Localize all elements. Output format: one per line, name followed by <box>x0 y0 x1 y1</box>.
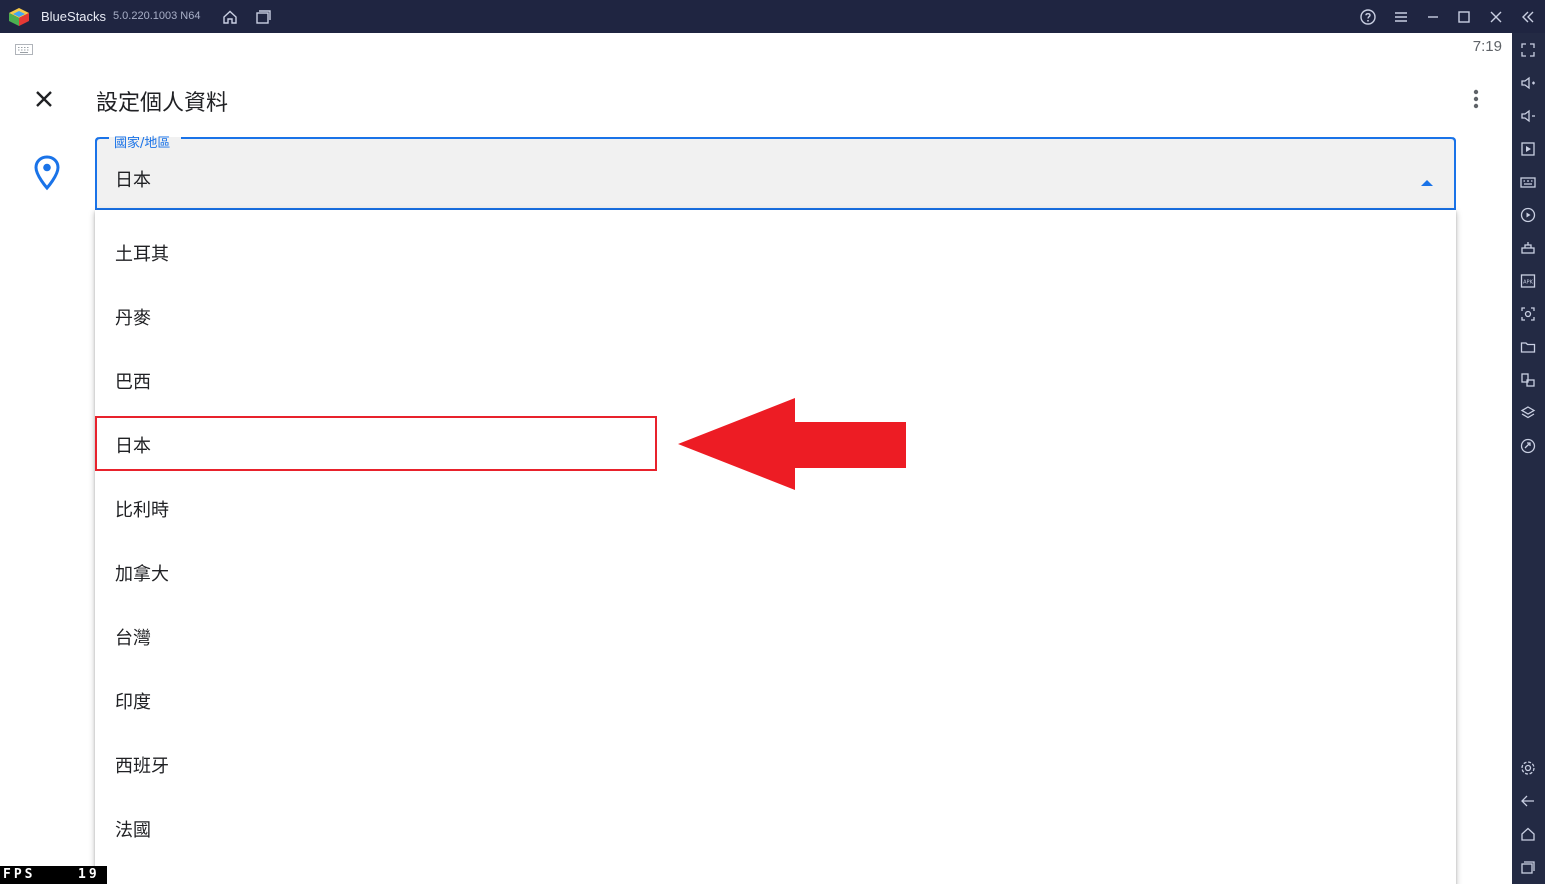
dropdown-option-label: 土耳其 <box>115 244 169 265</box>
multi-instance-icon[interactable] <box>254 8 272 26</box>
dropdown-option-label: 印度 <box>115 692 151 713</box>
dropdown-option[interactable]: 土耳其 <box>95 220 1456 284</box>
bluestacks-logo-icon <box>8 7 30 27</box>
close-icon[interactable] <box>30 85 58 113</box>
dropdown-option-label: 西班牙 <box>115 756 169 777</box>
app-version: 5.0.220.1003 N64 <box>113 10 201 22</box>
folder-icon[interactable] <box>1519 338 1537 356</box>
fps-counter: FPS 19 <box>0 866 107 884</box>
help-icon[interactable] <box>1359 8 1377 26</box>
annotation-arrow-icon <box>678 398 906 490</box>
field-outline-top <box>95 137 1456 145</box>
country-region-select[interactable] <box>95 137 1456 210</box>
dropdown-option-label: 台灣 <box>115 628 151 649</box>
app-name: BlueStacks <box>41 9 107 24</box>
bluestacks-sidebar: APK <box>1512 33 1545 884</box>
keyboard-icon <box>15 41 33 55</box>
dropdown-option[interactable]: 法國 <box>95 796 1456 860</box>
dropdown-option[interactable]: 加拿大 <box>95 540 1456 604</box>
dropdown-option-label: 法國 <box>115 820 151 841</box>
dropdown-option-label: 巴西 <box>115 372 151 393</box>
dropdown-option[interactable]: 丹麥 <box>95 284 1456 348</box>
maximize-icon[interactable] <box>1455 8 1473 26</box>
dropdown-caret-up-icon[interactable] <box>1420 172 1434 186</box>
dropdown-option[interactable]: 台灣 <box>95 604 1456 668</box>
home-icon[interactable] <box>221 8 239 26</box>
keyboard-controls-icon[interactable] <box>1519 173 1537 191</box>
dropdown-option-label: 丹麥 <box>115 308 151 329</box>
page-title: 設定個人資料 <box>96 91 229 116</box>
app-bar: 設定個人資料 <box>0 63 1512 135</box>
dropdown-option[interactable]: 西班牙 <box>95 732 1456 796</box>
fps-value: 19 <box>78 867 100 882</box>
status-bar: 7:19 <box>0 33 1512 63</box>
dropdown-option-label: 比利時 <box>115 500 169 521</box>
fullscreen-icon[interactable] <box>1519 41 1537 59</box>
location-pin-icon <box>33 155 61 191</box>
svg-text:APK: APK <box>1523 280 1533 286</box>
recent-apps-icon[interactable] <box>1519 858 1537 876</box>
back-icon[interactable] <box>1519 792 1537 810</box>
macro-icon[interactable] <box>1519 206 1537 224</box>
annotation-highlight-box <box>95 416 657 471</box>
apk-install-icon[interactable]: APK <box>1519 272 1537 290</box>
fps-label: FPS <box>3 867 36 882</box>
dropdown-option[interactable]: 印度 <box>95 668 1456 732</box>
volume-down-icon[interactable] <box>1519 107 1537 125</box>
multi-instance-sync-icon[interactable] <box>1519 239 1537 257</box>
menu-icon[interactable] <box>1392 8 1410 26</box>
android-home-icon[interactable] <box>1519 825 1537 843</box>
volume-up-icon[interactable] <box>1519 74 1537 92</box>
country-dropdown-menu: 土耳其 丹麥 巴西 日本 比利時 加拿大 台灣 印度 西班牙 法國 <box>95 210 1456 884</box>
layers-icon[interactable] <box>1519 404 1537 422</box>
copy-icon[interactable] <box>1519 371 1537 389</box>
screenshot-icon[interactable] <box>1519 305 1537 323</box>
window-titlebar: BlueStacks 5.0.220.1003 N64 <box>0 0 1545 33</box>
collapse-sidebar-icon[interactable] <box>1519 8 1537 26</box>
settings-icon[interactable] <box>1519 759 1537 777</box>
country-region-value: 日本 <box>115 170 151 191</box>
dropdown-option-label: 加拿大 <box>115 564 169 585</box>
minimize-icon[interactable] <box>1424 8 1442 26</box>
close-icon[interactable] <box>1487 8 1505 26</box>
media-manager-icon[interactable] <box>1519 140 1537 158</box>
eco-mode-icon[interactable] <box>1519 437 1537 455</box>
country-region-label: 國家/地區 <box>114 136 171 151</box>
status-clock: 7:19 <box>1472 38 1502 55</box>
more-options-icon[interactable] <box>1466 85 1486 113</box>
